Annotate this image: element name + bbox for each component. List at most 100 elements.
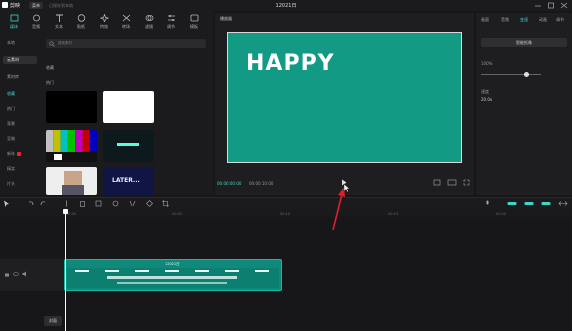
tab-transition-label: 转场 [122, 24, 130, 29]
filter-icon [145, 15, 153, 21]
teal-text-image [117, 143, 139, 146]
transition-icon [122, 14, 130, 22]
tick-label: 00:15 [388, 212, 399, 216]
scale-value: 100% [481, 61, 493, 66]
tab-sticker[interactable]: 贴纸 [71, 14, 91, 33]
nav-local[interactable]: 本地 [3, 39, 37, 47]
crop-icon[interactable] [162, 200, 169, 207]
project-title: 12021日 [275, 3, 297, 9]
media-thumb-white[interactable] [103, 91, 154, 123]
tab-filter-label: 滤镜 [145, 24, 153, 29]
media-thumb-teal[interactable] [103, 130, 154, 162]
video-clip[interactable]: 12021日 [64, 259, 282, 291]
timeline-toolbar [0, 197, 572, 209]
person-image [62, 171, 84, 195]
nav-funny[interactable]: 搞笑 [3, 165, 37, 173]
select-icon[interactable] [3, 200, 10, 207]
tab-text[interactable]: 文本 [49, 14, 69, 33]
tab-speed[interactable]: 变速 [520, 17, 528, 23]
media-thumb-person[interactable] [46, 167, 97, 195]
tab-transition[interactable]: 转场 [116, 14, 136, 33]
nav-dark[interactable]: 至暗 [3, 135, 37, 143]
fullscreen-icon[interactable] [463, 179, 470, 186]
tab-adjustment[interactable]: 调节 [556, 17, 564, 23]
tab-picture[interactable]: 画面 [481, 17, 489, 23]
search-input[interactable]: 搜索素材 [46, 39, 206, 48]
playhead[interactable] [65, 209, 66, 331]
scan-icon[interactable] [433, 179, 441, 186]
tab-animation[interactable]: 动画 [539, 17, 547, 23]
eye-icon[interactable] [13, 271, 19, 277]
sticker-icon [77, 14, 85, 22]
audio-mute-icon[interactable] [22, 271, 28, 277]
reverse-icon[interactable] [112, 200, 119, 207]
slider-knob[interactable] [524, 72, 529, 77]
slider-track[interactable] [481, 74, 541, 75]
close-icon[interactable] [560, 2, 568, 9]
minimize-icon[interactable] [534, 2, 542, 9]
lock-icon[interactable] [4, 271, 10, 277]
preview-canvas[interactable]: HAPPY [227, 32, 462, 163]
inspector-panel: 画面 音频 变速 动画 调节 智能抠像 100% 速度 20.0x [476, 13, 572, 195]
tab-sound[interactable]: 音频 [501, 17, 509, 23]
section-title: 收藏 [46, 65, 54, 70]
link-audio-icon[interactable] [524, 200, 534, 207]
delete-icon[interactable] [79, 200, 86, 207]
media-icon [10, 14, 18, 22]
tab-effects-label: 特效 [100, 24, 108, 29]
tab-template-label: 模板 [190, 24, 198, 29]
tab-effects[interactable]: 特效 [94, 14, 114, 33]
link-main-icon[interactable] [507, 200, 517, 207]
maximize-icon[interactable] [547, 2, 555, 9]
mic-icon[interactable] [484, 200, 491, 207]
search-icon [49, 41, 55, 47]
clip-frames-image [67, 268, 279, 288]
timeline-ruler[interactable]: 00:00 00:05 00:10 00:15 00:20 [0, 209, 572, 217]
nav-intro[interactable]: 片头 [3, 180, 37, 188]
colorbars-image [46, 130, 97, 162]
annotation-arrow-icon [332, 187, 345, 231]
undo-icon[interactable] [27, 200, 34, 207]
tick-label: 00:10 [280, 212, 291, 216]
redo-icon[interactable] [40, 200, 47, 207]
nav-newyear[interactable]: 新年 [3, 150, 37, 158]
tab-audio[interactable]: 音频 [26, 14, 46, 33]
tab-adjust[interactable]: 调节 [161, 14, 181, 33]
media-thumb-black[interactable] [46, 91, 97, 123]
split-icon[interactable] [63, 200, 70, 207]
nav-popular[interactable]: 热门 [3, 105, 37, 113]
smart-matting-button[interactable]: 智能抠像 [481, 38, 567, 47]
clip-label: 12021日 [165, 262, 180, 266]
tab-text-label: 文本 [55, 24, 63, 29]
track-header: 封面 [0, 259, 64, 326]
ratio-icon[interactable] [447, 179, 457, 186]
mirror-icon[interactable] [129, 200, 136, 207]
nav-library[interactable]: 素材库 [3, 73, 37, 81]
media-thumb-later[interactable]: LATER... [103, 167, 154, 195]
rotate-icon[interactable] [146, 200, 153, 207]
nav-background[interactable]: 背景 [3, 120, 37, 128]
tick-label: 00:20 [496, 212, 507, 216]
freeze-icon[interactable] [95, 200, 102, 207]
popular-title: 热门 [46, 80, 54, 85]
template-icon [190, 14, 198, 22]
nav-favorites[interactable]: 收藏 [3, 90, 37, 98]
adjust-icon [167, 15, 175, 21]
playhead-handle[interactable] [63, 209, 68, 214]
tab-adjust-label: 调节 [167, 24, 175, 29]
nav-newyear-label: 新年 [7, 151, 15, 156]
tab-sticker-label: 贴纸 [77, 24, 85, 29]
nav-cloud[interactable]: 云素材 [3, 56, 37, 64]
media-thumb-colorbars[interactable] [46, 130, 97, 162]
zoom-fit-icon[interactable] [558, 200, 568, 207]
param-label: 速度 [481, 89, 489, 94]
preview-axis-icon[interactable] [541, 200, 551, 207]
tab-filter[interactable]: 滤镜 [139, 14, 159, 33]
timeline-tracks: 封面 12021日 [0, 217, 572, 331]
player-panel: 播放器 HAPPY 00:00:00:00 00:00:10:00 [215, 13, 474, 195]
cover-button[interactable]: 封面 [44, 316, 62, 326]
tab-media[interactable]: 媒体 [4, 14, 24, 33]
tab-template[interactable]: 模板 [184, 14, 204, 33]
tab-audio-label: 音频 [32, 24, 40, 29]
new-badge [17, 152, 21, 156]
